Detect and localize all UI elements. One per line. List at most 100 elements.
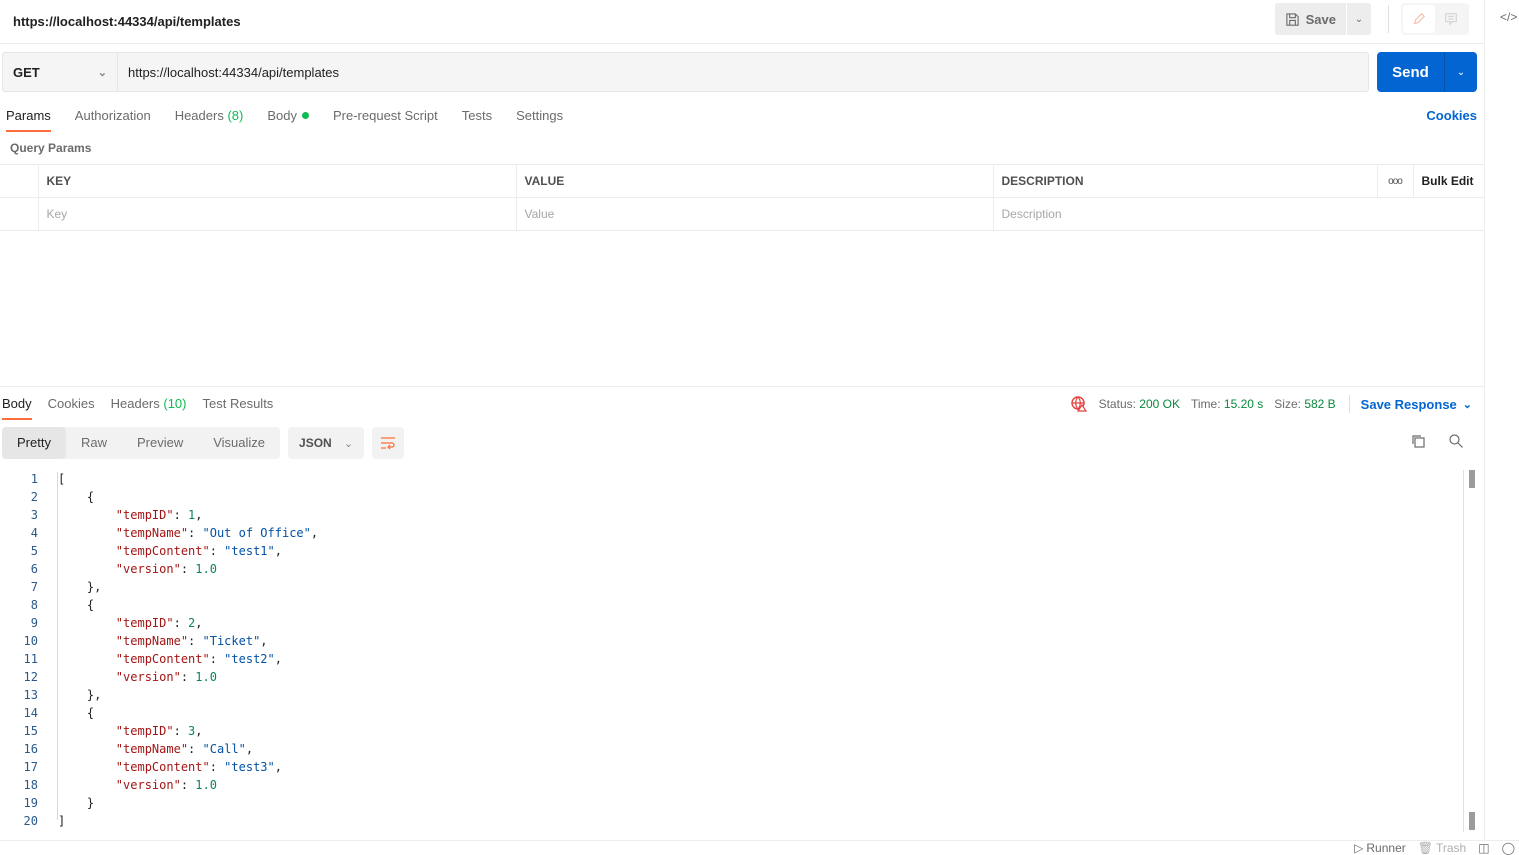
code-line: 6 "version": 1.0: [0, 560, 1462, 578]
help-icon[interactable]: ◯: [1502, 841, 1515, 855]
save-response-button[interactable]: Save Response ⌄: [1361, 397, 1472, 412]
edit-group: [1401, 3, 1469, 35]
code-text: "tempID": 2,: [115, 616, 203, 630]
copy-icon[interactable]: [1410, 433, 1426, 449]
line-number: 11: [23, 652, 38, 666]
format-value: JSON: [299, 436, 332, 450]
view-preview[interactable]: Preview: [122, 427, 198, 459]
url-input[interactable]: https://localhost:44334/api/templates: [117, 52, 1369, 92]
time-readout[interactable]: Time: 15.20 s: [1191, 397, 1263, 411]
wrap-lines-button[interactable]: [372, 427, 405, 459]
time-value: 15.20 s: [1223, 397, 1264, 411]
format-select[interactable]: JSON ⌄: [288, 427, 365, 459]
runner-label: Runner: [1366, 841, 1406, 855]
tab-response-cookies[interactable]: Cookies: [48, 392, 95, 420]
scrollbar-thumb[interactable]: [1469, 470, 1475, 488]
tab-headers[interactable]: Headers (8): [175, 104, 244, 132]
save-label: Save: [1305, 11, 1336, 27]
code-line: 2 {: [0, 488, 1462, 506]
tab-response-body[interactable]: Body: [2, 392, 32, 420]
line-number: 15: [23, 724, 38, 738]
time-label: Time:: [1191, 397, 1221, 411]
line-number: 14: [23, 706, 38, 720]
tab-authorization[interactable]: Authorization: [75, 104, 151, 132]
search-icon[interactable]: [1448, 433, 1464, 449]
runner-button[interactable]: ▷ Runner: [1354, 841, 1406, 855]
edit-button[interactable]: [1403, 5, 1435, 33]
tab-test-results[interactable]: Test Results: [203, 392, 274, 420]
code-line: 5 "tempContent": "test1",: [0, 542, 1462, 560]
view-pretty[interactable]: Pretty: [2, 427, 66, 459]
method-select[interactable]: GET ⌄: [2, 52, 117, 92]
network-warning-icon[interactable]: [1070, 396, 1088, 412]
divider: [1348, 395, 1350, 413]
line-number: 1: [30, 472, 38, 486]
tab-pre-request-script[interactable]: Pre-request Script: [333, 104, 438, 132]
line-number: 7: [30, 580, 38, 594]
key-input[interactable]: Key: [37, 197, 517, 231]
scrollbar-thumb-bottom[interactable]: [1469, 812, 1475, 830]
code-line: 8 {: [0, 596, 1462, 614]
save-button[interactable]: Save: [1274, 3, 1346, 35]
tab-body[interactable]: Body: [267, 104, 309, 132]
code-line: 14 {: [0, 704, 1462, 722]
tab-settings[interactable]: Settings: [516, 104, 563, 132]
tab-label: Cookies: [47, 396, 95, 411]
code-line: 18 "version": 1.0: [0, 776, 1462, 794]
code-text: },: [58, 580, 102, 594]
line-number: 16: [23, 742, 38, 756]
status-label: Status:: [1098, 397, 1136, 411]
comment-icon: [1445, 13, 1457, 26]
request-header: https://localhost:44334/api/templates Sa…: [0, 0, 1484, 44]
url-bar: GET ⌄ https://localhost:44334/api/templa…: [2, 52, 1477, 92]
query-params-table: KEY VALUE DESCRIPTION ooo Bulk Edit Key …: [0, 164, 1485, 231]
layout-toggle-icon[interactable]: ◫: [1478, 841, 1489, 855]
code-line: 1[: [0, 470, 1462, 488]
code-text: }: [58, 796, 95, 810]
trash-button[interactable]: 🗑 Trash: [1418, 841, 1466, 855]
size-readout[interactable]: Size: 582 B: [1274, 397, 1335, 411]
line-number: 19: [23, 796, 38, 810]
status-readout[interactable]: Status: 200 OK: [1099, 397, 1180, 411]
send-button-group: Send ⌄: [1377, 52, 1477, 92]
bulk-edit-button[interactable]: Bulk Edit: [1412, 164, 1485, 198]
code-text: "tempName": "Ticket",: [115, 634, 268, 648]
chevron-down-icon: ⌄: [1462, 398, 1472, 411]
status-value: 200 OK: [1139, 397, 1180, 411]
chevron-down-icon: ⌄: [343, 437, 354, 450]
view-visualize[interactable]: Visualize: [198, 427, 280, 459]
value-header: VALUE: [515, 164, 994, 198]
view-raw[interactable]: Raw: [66, 427, 122, 459]
table-row: Key Value Description: [0, 197, 1485, 231]
cookies-link[interactable]: Cookies: [1426, 104, 1477, 128]
key-header: KEY: [37, 164, 517, 198]
right-sidebar: </>: [1486, 0, 1519, 840]
pane-divider[interactable]: [0, 386, 1485, 387]
tab-params[interactable]: Params: [6, 104, 51, 132]
tab-tests[interactable]: Tests: [462, 104, 492, 132]
method-value: GET: [13, 64, 40, 80]
line-number: 4: [30, 526, 38, 540]
comments-button[interactable]: [1435, 5, 1467, 33]
request-title[interactable]: https://localhost:44334/api/templates: [13, 14, 241, 29]
tab-response-headers[interactable]: Headers (10): [111, 392, 187, 420]
description-input[interactable]: Description: [992, 197, 1485, 231]
value-input[interactable]: Value: [515, 197, 994, 231]
code-text: ]: [58, 814, 66, 828]
line-number: 17: [23, 760, 38, 774]
save-options-button[interactable]: ⌄: [1347, 3, 1371, 35]
status-bar: ▷ Runner 🗑 Trash ◫ ◯: [0, 840, 1519, 855]
chevron-down-icon: ⌄: [97, 66, 107, 79]
code-text: [: [58, 472, 66, 486]
editor-scrollbar-track[interactable]: [1463, 470, 1464, 832]
save-icon: [1285, 12, 1299, 26]
response-body-editor[interactable]: 1[2 {3 "tempID": 1, 4 "tempName": "Out of…: [0, 470, 1462, 830]
send-button[interactable]: Send: [1377, 52, 1445, 92]
line-number: 5: [30, 544, 38, 558]
code-icon[interactable]: </>: [1500, 10, 1517, 24]
row-checkbox[interactable]: [0, 197, 39, 231]
send-options-button[interactable]: ⌄: [1445, 52, 1477, 92]
more-options-icon[interactable]: ooo: [1376, 164, 1414, 198]
description-header: DESCRIPTION: [992, 164, 1378, 198]
tab-label: Headers: [110, 396, 160, 411]
